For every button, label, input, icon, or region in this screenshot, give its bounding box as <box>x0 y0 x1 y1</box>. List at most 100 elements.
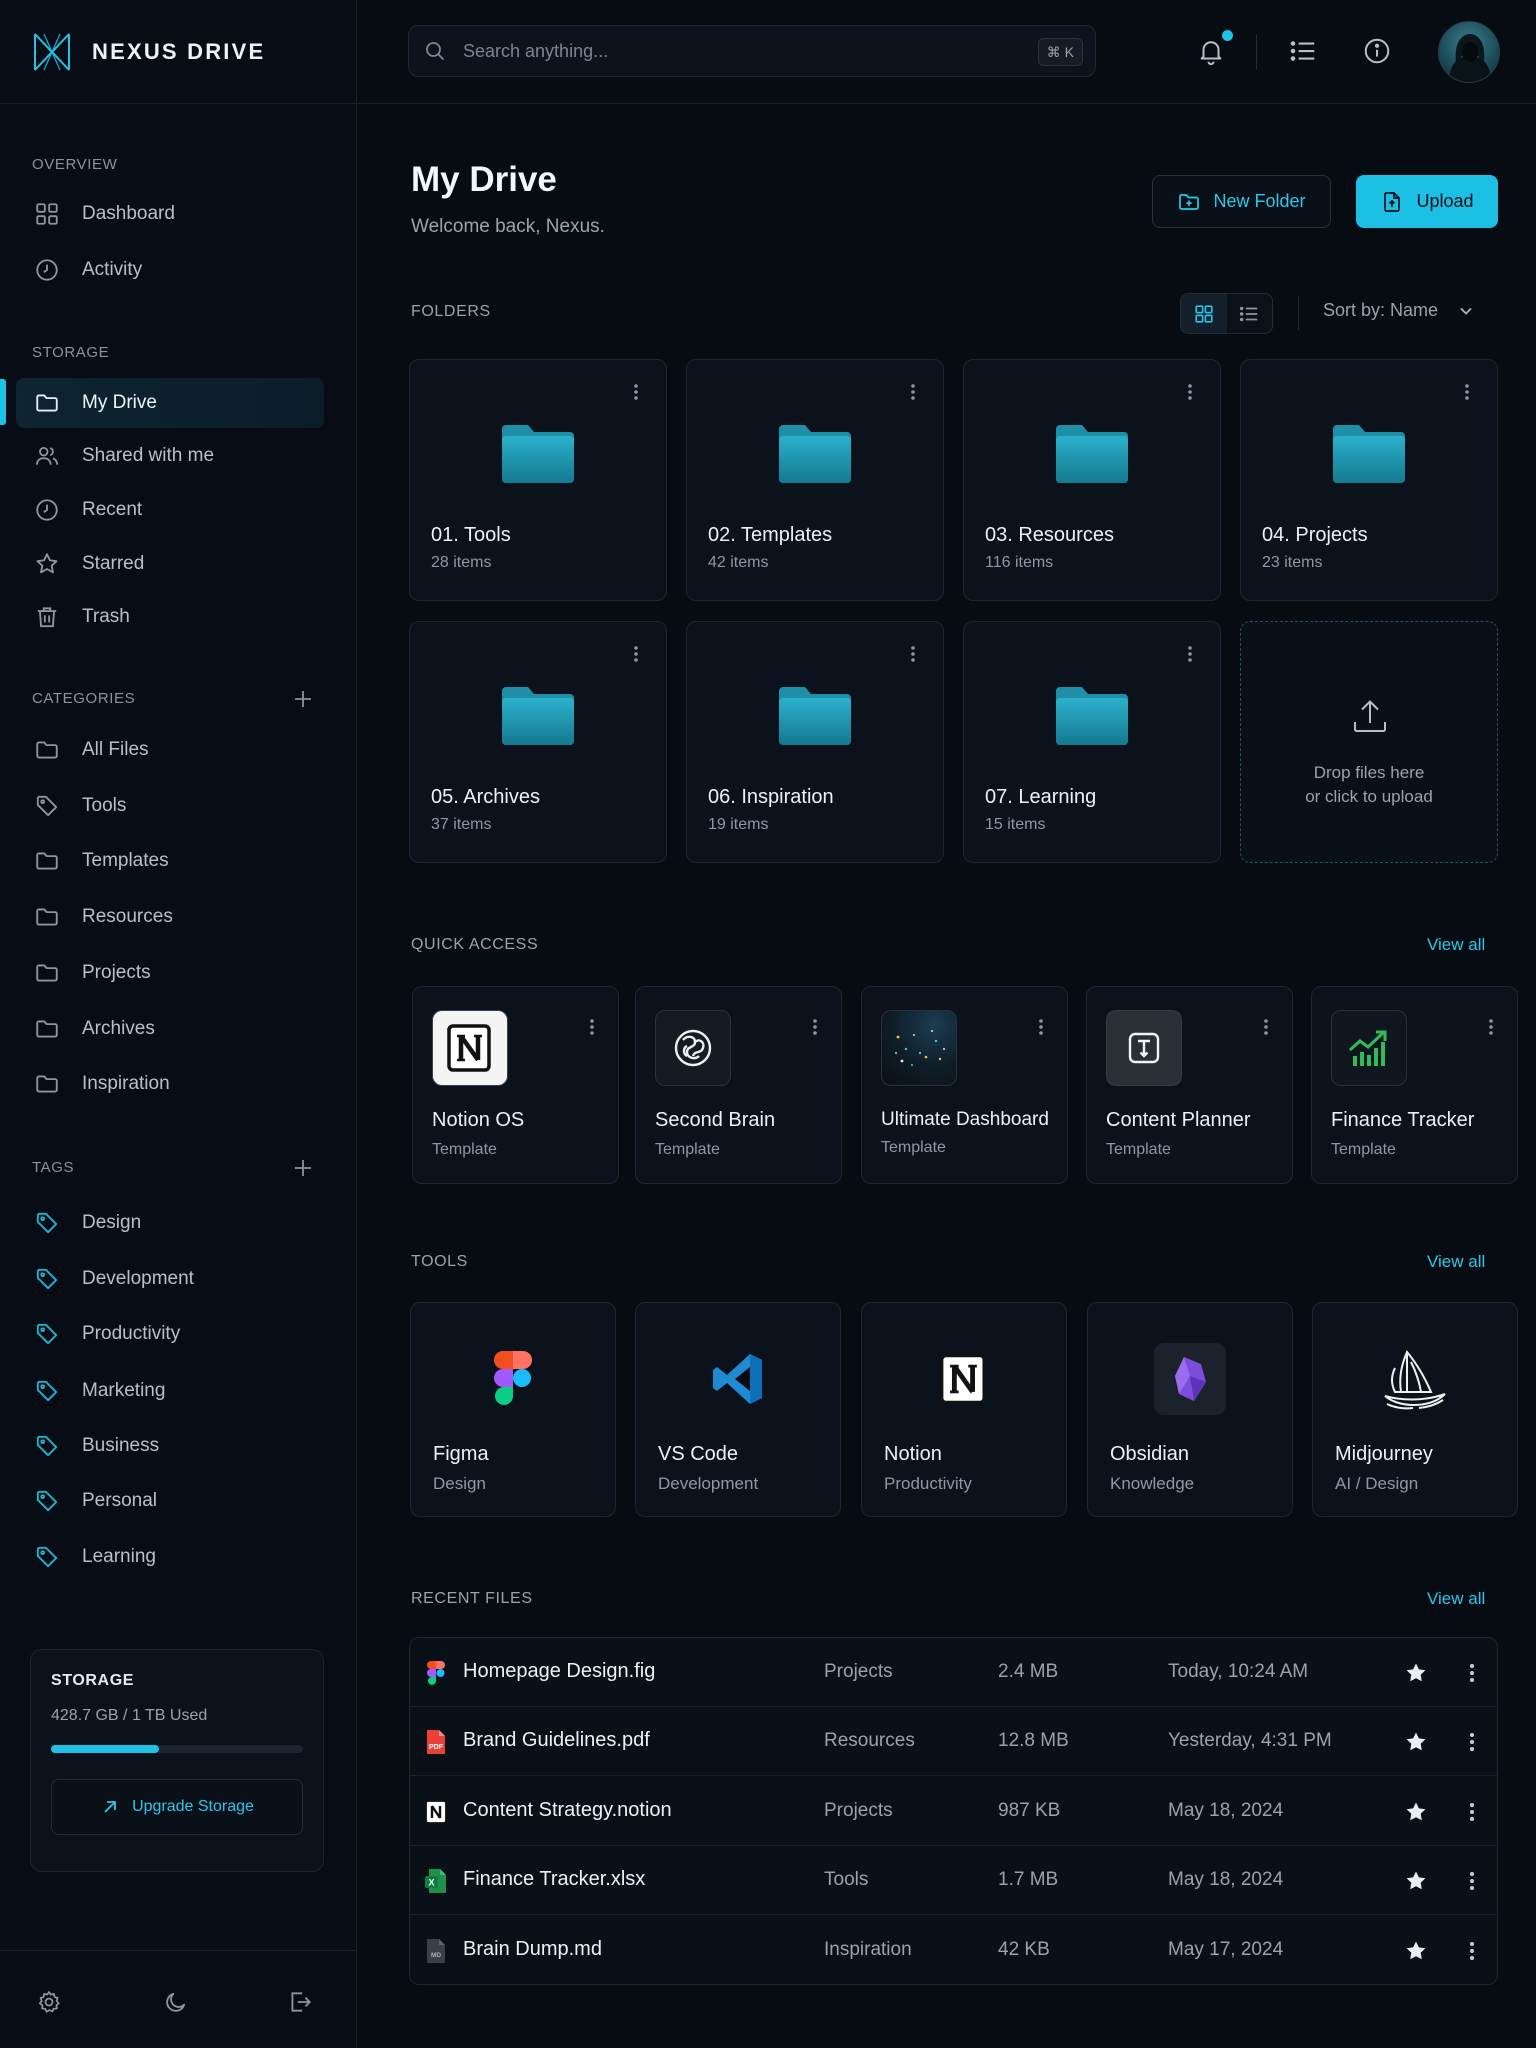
more-vertical-icon[interactable] <box>805 1017 825 1037</box>
folder-card[interactable]: 07. Learning 15 items <box>963 621 1221 863</box>
table-row[interactable]: Content Strategy.notion Projects 987 KB … <box>410 1777 1497 1846</box>
more-vertical-icon[interactable] <box>1462 1662 1482 1684</box>
folder-name: 01. Tools <box>431 524 511 546</box>
sidebar-item-shared[interactable]: Shared with me <box>16 431 324 481</box>
folder-card[interactable]: 03. Resources 116 items <box>963 359 1221 601</box>
tool-card-midjourney[interactable]: Midjourney AI / Design <box>1312 1302 1518 1517</box>
new-folder-button[interactable]: New Folder <box>1152 175 1331 228</box>
table-row[interactable]: Homepage Design.fig Projects 2.4 MB Toda… <box>410 1638 1497 1707</box>
tag-personal[interactable]: Personal <box>16 1476 324 1526</box>
more-vertical-icon[interactable] <box>1462 1870 1482 1892</box>
tool-card-figma[interactable]: Figma Design <box>410 1302 616 1517</box>
quick-access-card-ultimate-dashboard[interactable]: Ultimate Dashboard Template <box>861 986 1068 1184</box>
tag-development[interactable]: Development <box>16 1254 324 1304</box>
sidebar-item-recent[interactable]: Recent <box>16 485 324 535</box>
star-filled-icon[interactable] <box>1404 1661 1428 1685</box>
tag-marketing[interactable]: Marketing <box>16 1366 324 1416</box>
more-vertical-icon[interactable] <box>903 382 923 402</box>
tool-name: Midjourney <box>1335 1443 1433 1465</box>
quick-access-card-finance-tracker[interactable]: Finance Tracker Template <box>1311 986 1518 1184</box>
tool-card-notion[interactable]: Notion Productivity <box>861 1302 1067 1517</box>
logout-icon[interactable] <box>287 1989 313 2015</box>
list-icon[interactable] <box>1288 36 1318 66</box>
quick-access-card-content-planner[interactable]: Content Planner Template <box>1086 986 1293 1184</box>
more-vertical-icon[interactable] <box>1180 382 1200 402</box>
sort-dropdown[interactable]: Sort by: Name <box>1323 300 1476 321</box>
tag-learning[interactable]: Learning <box>16 1532 324 1582</box>
star-filled-icon[interactable] <box>1404 1869 1428 1893</box>
tag-icon <box>36 1212 58 1234</box>
quick-access-card-second-brain[interactable]: Second Brain Template <box>635 986 842 1184</box>
table-row[interactable]: MD Brain Dump.md Inspiration 42 KB May 1… <box>410 1916 1497 1984</box>
add-category-icon[interactable] <box>292 688 314 710</box>
more-vertical-icon[interactable] <box>1180 644 1200 664</box>
tools-view-all-link[interactable]: View all <box>1427 1252 1485 1272</box>
tag-icon <box>36 1380 58 1402</box>
tool-card-obsidian[interactable]: Obsidian Knowledge <box>1087 1302 1293 1517</box>
more-vertical-icon[interactable] <box>1457 382 1477 402</box>
recent-files-view-all-link[interactable]: View all <box>1427 1589 1485 1609</box>
sidebar-item-all-files[interactable]: All Files <box>16 725 324 775</box>
more-vertical-icon[interactable] <box>582 1017 602 1037</box>
sidebar-item-tools[interactable]: Tools <box>16 781 324 831</box>
table-row[interactable]: X Finance Tracker.xlsx Tools 1.7 MB May … <box>410 1846 1497 1915</box>
star-filled-icon[interactable] <box>1404 1800 1428 1824</box>
sidebar-item-projects[interactable]: Projects <box>16 948 324 998</box>
search-input[interactable] <box>463 40 1023 62</box>
bell-icon[interactable] <box>1196 36 1226 66</box>
sidebar-item-label: Shared with me <box>82 445 215 466</box>
more-vertical-icon[interactable] <box>626 644 646 664</box>
tag-design[interactable]: Design <box>16 1198 324 1248</box>
star-filled-icon[interactable] <box>1404 1730 1428 1754</box>
more-vertical-icon[interactable] <box>903 644 923 664</box>
more-vertical-icon[interactable] <box>1462 1940 1482 1962</box>
file-name: Homepage Design.fig <box>463 1660 656 1682</box>
quick-access-view-all-link[interactable]: View all <box>1427 935 1485 955</box>
folder-name: 04. Projects <box>1262 524 1368 546</box>
more-vertical-icon[interactable] <box>626 382 646 402</box>
upgrade-storage-button[interactable]: Upgrade Storage <box>51 1779 303 1835</box>
sidebar-item-templates[interactable]: Templates <box>16 836 324 886</box>
folder-card[interactable]: 04. Projects 23 items <box>1240 359 1498 601</box>
sidebar-item-archives[interactable]: Archives <box>16 1004 324 1054</box>
sidebar-item-label: Recent <box>82 499 143 520</box>
quick-access-card-notion-os[interactable]: Notion OS Template <box>412 986 619 1184</box>
avatar[interactable] <box>1438 21 1500 83</box>
star-filled-icon[interactable] <box>1404 1939 1428 1963</box>
more-vertical-icon[interactable] <box>1256 1017 1276 1037</box>
tag-productivity[interactable]: Productivity <box>16 1309 324 1359</box>
sidebar-item-resources[interactable]: Resources <box>16 892 324 942</box>
folder-card[interactable]: 01. Tools 28 items <box>409 359 667 601</box>
brand[interactable]: NEXUS DRIVE <box>0 0 356 104</box>
sidebar-item-starred[interactable]: Starred <box>16 539 324 589</box>
gear-icon[interactable] <box>36 1989 62 2015</box>
sidebar-item-trash[interactable]: Trash <box>16 592 324 642</box>
more-vertical-icon[interactable] <box>1031 1017 1051 1037</box>
sidebar-item-inspiration[interactable]: Inspiration <box>16 1059 324 1109</box>
folder-name: 07. Learning <box>985 786 1097 808</box>
upload-button[interactable]: Upload <box>1356 175 1498 228</box>
more-vertical-icon[interactable] <box>1462 1731 1482 1753</box>
tag-business[interactable]: Business <box>16 1421 324 1471</box>
add-tag-icon[interactable] <box>292 1157 314 1179</box>
search-bar[interactable]: ⌘ K <box>408 25 1096 77</box>
file-date: Yesterday, 4:31 PM <box>1168 1730 1332 1751</box>
moon-icon[interactable] <box>163 1989 189 2015</box>
file-size: 42 KB <box>998 1939 1050 1960</box>
folder-card[interactable]: 05. Archives 37 items <box>409 621 667 863</box>
sidebar-item-activity[interactable]: Activity <box>16 245 324 295</box>
more-vertical-icon[interactable] <box>1462 1801 1482 1823</box>
list-view-button[interactable] <box>1227 294 1273 333</box>
grid-view-button[interactable] <box>1181 294 1227 333</box>
drop-zone[interactable]: Drop files here or click to upload <box>1240 621 1498 863</box>
file-size: 12.8 MB <box>998 1730 1069 1751</box>
folder-count: 42 items <box>708 554 769 571</box>
table-row[interactable]: PDF Brand Guidelines.pdf Resources 12.8 … <box>410 1707 1497 1776</box>
info-icon[interactable] <box>1362 36 1392 66</box>
folder-card[interactable]: 02. Templates 42 items <box>686 359 944 601</box>
sidebar-item-dashboard[interactable]: Dashboard <box>16 189 324 239</box>
more-vertical-icon[interactable] <box>1481 1017 1501 1037</box>
tool-card-vscode[interactable]: VS Code Development <box>635 1302 841 1517</box>
sidebar-item-my-drive[interactable]: My Drive <box>16 378 324 428</box>
folder-card[interactable]: 06. Inspiration 19 items <box>686 621 944 863</box>
